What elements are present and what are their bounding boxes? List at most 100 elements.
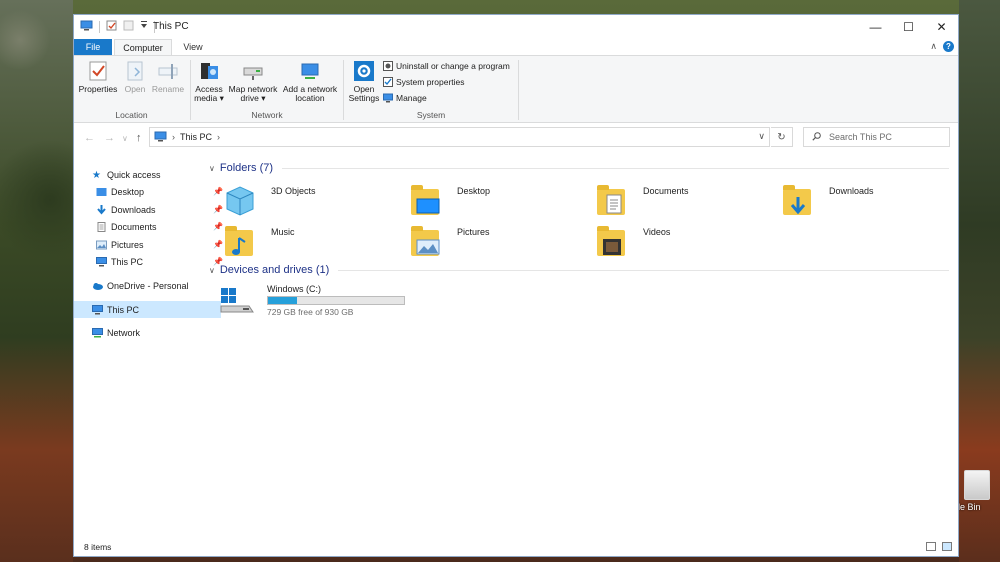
divider: [99, 20, 100, 33]
properties-button[interactable]: Properties: [78, 58, 118, 94]
download-arrow-icon: [96, 204, 107, 215]
recycle-bin-shortcut[interactable]: le Bin: [958, 468, 998, 528]
open-settings-button[interactable]: Open Settings: [347, 58, 381, 103]
search-input[interactable]: Search This PC: [803, 127, 950, 147]
address-bar[interactable]: › This PC › ∨: [149, 127, 770, 147]
recycle-bin-label: le Bin: [958, 502, 981, 512]
properties-icon: [87, 60, 109, 82]
nav-this-pc[interactable]: This PC: [74, 301, 221, 318]
properties-qat-icon[interactable]: [106, 20, 117, 33]
navigation-pane: ★ Quick access Desktop 📌 Downloads 📌 Doc…: [74, 160, 223, 540]
desktop-wallpaper-left: [0, 0, 73, 562]
collapse-chevron-icon[interactable]: ∨: [209, 266, 215, 275]
document-icon: [96, 221, 107, 232]
refresh-button[interactable]: ↻: [771, 127, 793, 147]
up-arrow-icon[interactable]: ↑: [136, 132, 142, 144]
tab-view[interactable]: View: [176, 39, 210, 55]
address-dropdown-icon[interactable]: ∨: [758, 131, 765, 142]
cloud-icon: [92, 281, 103, 291]
nav-this-pc-pinned[interactable]: This PC 📌: [74, 253, 225, 270]
help-icon[interactable]: ?: [943, 41, 954, 52]
folder-documents[interactable]: Documents: [595, 183, 765, 221]
breadcrumb-chevron-icon[interactable]: ›: [172, 132, 175, 142]
rename-label: Rename: [151, 84, 185, 94]
documents-folder-icon: [595, 183, 629, 219]
tab-file[interactable]: File: [74, 39, 112, 55]
maximize-button[interactable]: ☐: [892, 15, 925, 39]
folders-section-header[interactable]: ∨ Folders (7): [209, 162, 949, 174]
folder-documents-label: Documents: [643, 186, 689, 196]
nav-downloads-label: Downloads: [111, 204, 156, 215]
nav-pictures[interactable]: Pictures 📌: [74, 236, 225, 253]
collapse-ribbon-icon[interactable]: ∧: [930, 41, 937, 52]
folder-videos[interactable]: Videos: [595, 224, 765, 262]
pictures-folder-icon: [409, 224, 443, 260]
this-pc-icon: [92, 304, 103, 315]
access-media-icon: [198, 60, 220, 82]
folder-3d-objects[interactable]: 3D Objects: [223, 183, 393, 221]
rename-icon: [157, 60, 179, 82]
new-folder-qat-icon[interactable]: [123, 20, 134, 33]
videos-folder-icon: [595, 224, 629, 260]
open-button[interactable]: Open: [120, 58, 150, 94]
folder-music[interactable]: Music: [223, 224, 393, 262]
drive-free-space: 729 GB free of 930 GB: [267, 307, 354, 317]
star-icon: ★: [92, 169, 101, 181]
add-network-location-button[interactable]: Add a network location: [280, 58, 340, 103]
breadcrumb-chevron-icon[interactable]: ›: [217, 132, 220, 142]
system-properties-icon: [383, 77, 393, 87]
quick-access-toolbar: [80, 20, 155, 33]
minimize-button[interactable]: —: [859, 15, 892, 39]
view-switcher: [926, 542, 952, 551]
folder-downloads[interactable]: Downloads: [781, 183, 951, 221]
folder-pictures[interactable]: Pictures: [409, 224, 579, 262]
system-properties-button[interactable]: System properties: [383, 77, 465, 87]
nav-desktop-label: Desktop: [111, 186, 145, 197]
rename-button[interactable]: Rename: [150, 58, 186, 94]
folder-videos-label: Videos: [643, 227, 671, 237]
map-network-drive-label-2: drive ▾: [240, 93, 266, 103]
folder-downloads-label: Downloads: [829, 186, 874, 196]
nav-documents[interactable]: Documents 📌: [74, 218, 225, 235]
breadcrumb-this-pc[interactable]: This PC: [180, 132, 212, 142]
divider: [518, 60, 519, 120]
tab-computer[interactable]: Computer: [114, 39, 172, 55]
music-folder-icon: [223, 224, 257, 260]
details-view-icon[interactable]: [926, 542, 936, 551]
settings-gear-icon: [353, 60, 375, 82]
this-pc-window-icon: [80, 20, 93, 33]
nav-onedrive[interactable]: OneDrive - Personal: [74, 277, 221, 294]
access-media-button[interactable]: Access media ▾: [192, 58, 226, 103]
close-button[interactable]: ✕: [925, 15, 958, 39]
recent-locations-icon[interactable]: ∨: [122, 134, 128, 143]
nav-desktop[interactable]: Desktop 📌: [74, 183, 225, 200]
large-icons-view-icon[interactable]: [942, 542, 952, 551]
nav-quick-access[interactable]: ★ Quick access: [74, 166, 221, 183]
customize-qat-icon[interactable]: [140, 20, 148, 33]
this-pc-icon: [96, 256, 107, 267]
nav-network[interactable]: Network: [74, 324, 221, 341]
folder-desktop[interactable]: Desktop: [409, 183, 579, 221]
map-network-drive-button[interactable]: Map network drive ▾: [226, 58, 280, 103]
system-properties-label: System properties: [396, 77, 465, 87]
folders-header-label: Folders (7): [219, 162, 274, 174]
nav-downloads[interactable]: Downloads 📌: [74, 201, 225, 218]
forward-arrow-icon[interactable]: →: [104, 132, 115, 144]
picture-icon: [96, 240, 107, 250]
drive-windows-c[interactable]: Windows (C:) 729 GB free of 930 GB: [217, 284, 417, 324]
close-icon: ✕: [936, 20, 947, 34]
uninstall-icon: [383, 61, 393, 71]
divider: [343, 60, 344, 120]
manage-button[interactable]: Manage: [383, 93, 427, 103]
status-bar: 8 items: [74, 540, 958, 556]
cube-folder-icon: [223, 183, 257, 219]
uninstall-program-button[interactable]: Uninstall or change a program: [383, 61, 510, 71]
nav-this-pc-pinned-label: This PC: [111, 256, 144, 267]
folder-pictures-label: Pictures: [457, 227, 490, 237]
address-bar-row: ← → ∨ ↑ › This PC › ∨ ↻ Search This PC: [74, 126, 958, 150]
uninstall-label: Uninstall or change a program: [396, 61, 510, 71]
downloads-folder-icon: [781, 183, 815, 219]
devices-section-header[interactable]: ∨ Devices and drives (1): [209, 264, 949, 276]
collapse-chevron-icon[interactable]: ∨: [209, 164, 215, 173]
back-arrow-icon[interactable]: ←: [84, 132, 95, 144]
